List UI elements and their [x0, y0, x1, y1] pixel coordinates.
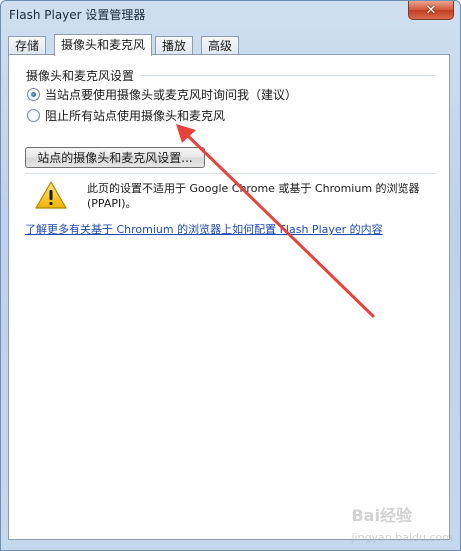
radio-ask[interactable] — [27, 87, 40, 101]
site-settings-button[interactable]: 站点的摄像头和麦克风设置... — [25, 147, 205, 168]
close-button[interactable]: ✕ — [408, 1, 454, 20]
tab-camera-mic[interactable]: 摄像头和麦克风 — [54, 34, 153, 56]
option-ask[interactable]: 当站点要使用摄像头或麦克风时询问我（建议） — [27, 85, 297, 103]
watermark-brand2: 经验 — [379, 506, 412, 525]
camera-mic-panel: 摄像头和麦克风设置 当站点要使用摄像头或麦克风时询问我（建议） 阻止所有站点使用… — [8, 54, 450, 540]
tab-playback[interactable]: 播放 — [155, 36, 194, 55]
title-bar: Flash Player 设置管理器 ✕ — [1, 1, 460, 27]
option-block-label: 阻止所有站点使用摄像头和麦克风 — [45, 108, 226, 123]
chromium-help-link[interactable]: 了解更多有关基于 Chromium 的浏览器上如何配置 Flash Player… — [25, 221, 383, 237]
watermark-brand: Bai — [351, 506, 380, 525]
close-icon: ✕ — [425, 2, 437, 18]
option-block[interactable]: 阻止所有站点使用摄像头和麦克风 — [27, 106, 225, 124]
watermark-url: jingyan.baidu.com — [351, 531, 453, 544]
chrome-notice: 此页的设置不适用于 Google Chrome 或基于 Chromium 的浏览… — [87, 182, 420, 210]
tab-storage[interactable]: 存储 — [8, 36, 47, 55]
group-title: 摄像头和麦克风设置 — [26, 69, 135, 83]
radio-block[interactable] — [27, 108, 40, 122]
settings-window: Flash Player 设置管理器 ✕ 存储 摄像头和麦克风 播放 高级 摄像… — [0, 0, 461, 551]
baidu-watermark: Bai经验 jingyan.baidu.com — [351, 502, 453, 545]
warning-icon — [35, 181, 67, 209]
window-title: Flash Player 设置管理器 — [9, 8, 146, 22]
option-ask-label: 当站点要使用摄像头或麦克风时询问我（建议） — [45, 87, 298, 102]
group-divider — [141, 75, 435, 76]
notice-divider — [25, 173, 435, 174]
tab-advanced[interactable]: 高级 — [201, 36, 240, 55]
tab-strip: 存储 摄像头和麦克风 播放 高级 — [8, 34, 448, 56]
